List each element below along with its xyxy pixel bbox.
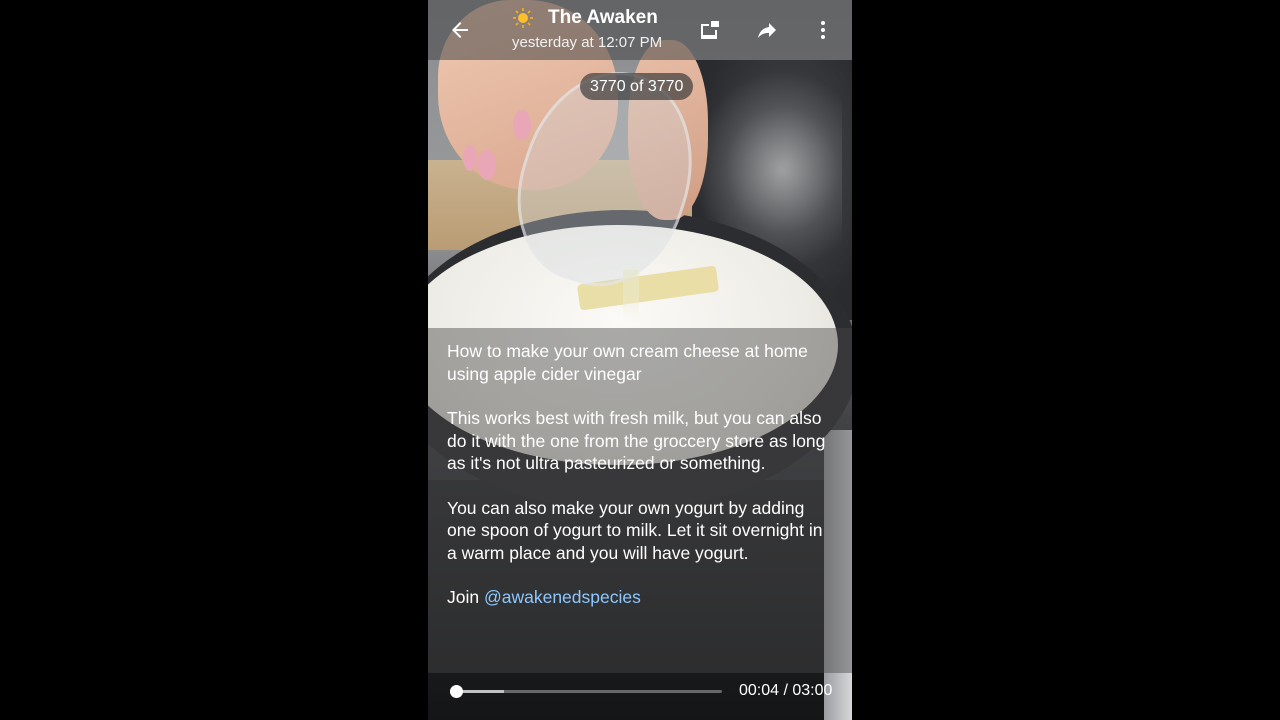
more-vertical-icon	[821, 21, 825, 39]
share-button[interactable]	[747, 10, 787, 50]
back-button[interactable]	[440, 10, 480, 50]
seek-thumb[interactable]	[449, 685, 463, 698]
caption-paragraph: This works best with fresh milk, but you…	[447, 408, 826, 473]
caption-paragraph: You can also make your own yogurt by add…	[447, 497, 823, 563]
media-viewer: The Awaken yesterday at 12:07 PM 3770 of…	[428, 0, 852, 720]
share-icon	[758, 23, 776, 38]
caption-join-line: Join @awakenedspecies	[447, 586, 827, 609]
media-counter: 3770 of 3770	[580, 73, 694, 100]
seek-bar[interactable]	[449, 685, 722, 698]
caption-paragraph: How to make your own cream cheese at hom…	[447, 341, 808, 384]
picture-in-picture-button[interactable]	[690, 10, 730, 50]
sun-icon	[513, 8, 533, 28]
video-controls: 00:04 / 03:00	[428, 672, 852, 720]
caption-panel: How to make your own cream cheese at hom…	[428, 328, 852, 673]
chat-info[interactable]: The Awaken yesterday at 12:07 PM	[512, 4, 682, 56]
caption-text: How to make your own cream cheese at hom…	[447, 340, 827, 631]
fingernail	[463, 145, 477, 171]
vinegar-stream	[623, 270, 639, 325]
fingernail	[478, 150, 496, 180]
more-options-button[interactable]	[803, 10, 843, 50]
time-display: 00:04 / 03:00	[739, 682, 833, 699]
top-app-bar: The Awaken yesterday at 12:07 PM	[428, 0, 852, 60]
message-date: yesterday at 12:07 PM	[512, 34, 663, 51]
channel-link[interactable]: @awakenedspecies	[484, 587, 641, 607]
channel-title: The Awaken	[548, 7, 658, 28]
fingernail	[513, 110, 531, 140]
arrow-left-icon	[452, 22, 468, 38]
picture-in-picture-icon	[701, 21, 719, 39]
join-prefix: Join	[447, 587, 484, 607]
